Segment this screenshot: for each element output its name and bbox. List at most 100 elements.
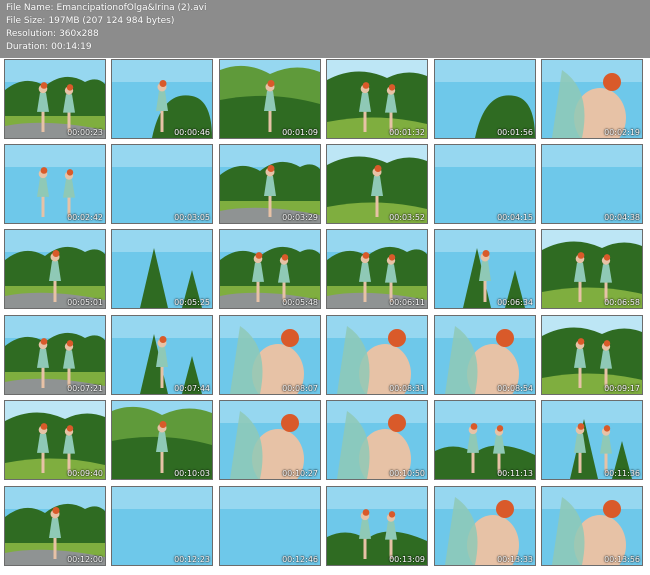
thumbnail-timestamp: 00:02:42 xyxy=(67,213,103,222)
thumbnail-frame-image xyxy=(435,60,535,138)
thumbnail-timestamp: 00:03:05 xyxy=(174,213,210,222)
video-thumbnail[interactable]: 00:06:11 xyxy=(326,229,428,309)
thumbnail-frame-image xyxy=(5,316,105,394)
video-thumbnail[interactable]: 00:01:56 xyxy=(434,59,536,139)
thumbnail-frame-image xyxy=(220,230,320,308)
file-size-line: File Size: 197MB (207 124 984 bytes) xyxy=(6,16,174,27)
thumbnail-frame-image xyxy=(327,145,427,223)
file-name-line: File Name: EmancipationofOlga&Irina (2).a… xyxy=(6,3,207,14)
thumbnail-timestamp: 00:03:52 xyxy=(389,213,425,222)
thumbnail-timestamp: 00:05:48 xyxy=(282,298,318,307)
thumbnail-grid: 00:00:23 00:00:46 00:01:09 00:01:32 00:01:56… xyxy=(4,59,647,570)
thumbnail-timestamp: 00:10:03 xyxy=(174,469,210,478)
thumbnail-timestamp: 00:01:32 xyxy=(389,128,425,137)
thumbnail-frame-image xyxy=(542,145,642,223)
resolution-label: Resolution: xyxy=(6,29,57,39)
file-size-label: File Size: xyxy=(6,16,46,26)
video-thumbnail[interactable]: 00:06:58 xyxy=(541,229,643,309)
thumbnail-timestamp: 00:00:23 xyxy=(67,128,103,137)
video-thumbnail[interactable]: 00:02:19 xyxy=(541,59,643,139)
video-thumbnail[interactable]: 00:09:40 xyxy=(4,400,106,480)
video-thumbnail[interactable]: 00:12:00 xyxy=(4,486,106,566)
thumbnail-frame-image xyxy=(542,316,642,394)
video-thumbnail[interactable]: 00:13:09 xyxy=(326,486,428,566)
video-thumbnail[interactable]: 00:11:36 xyxy=(541,400,643,480)
thumbnail-timestamp: 00:12:46 xyxy=(282,555,318,564)
video-thumbnail[interactable]: 00:04:38 xyxy=(541,144,643,224)
file-name-value: EmancipationofOlga&Irina (2).avi xyxy=(56,3,207,13)
file-size-value: 197MB (207 124 984 bytes) xyxy=(48,16,175,26)
video-thumbnail[interactable]: 00:06:34 xyxy=(434,229,536,309)
thumbnail-timestamp: 00:09:17 xyxy=(604,384,640,393)
thumbnail-timestamp: 00:08:31 xyxy=(389,384,425,393)
thumbnail-timestamp: 00:13:33 xyxy=(497,555,533,564)
thumbnail-timestamp: 00:04:38 xyxy=(604,213,640,222)
thumbnail-frame-image xyxy=(542,230,642,308)
thumbnail-timestamp: 00:07:21 xyxy=(67,384,103,393)
video-thumbnail[interactable]: 00:11:13 xyxy=(434,400,536,480)
thumbnail-frame-image xyxy=(220,487,320,565)
video-thumbnail[interactable]: 00:00:46 xyxy=(111,59,213,139)
thumbnail-timestamp: 00:07:44 xyxy=(174,384,210,393)
video-thumbnail[interactable]: 00:00:23 xyxy=(4,59,106,139)
duration-value: 00:14:19 xyxy=(51,42,92,52)
thumbnail-frame-image xyxy=(220,60,320,138)
thumbnail-frame-image xyxy=(542,60,642,138)
thumbnail-frame-image xyxy=(112,401,212,479)
duration-label: Duration: xyxy=(6,42,49,52)
video-thumbnail[interactable]: 00:08:54 xyxy=(434,315,536,395)
thumbnail-frame-image xyxy=(435,487,535,565)
video-thumbnail[interactable]: 00:09:17 xyxy=(541,315,643,395)
thumbnail-frame-image xyxy=(220,145,320,223)
video-thumbnail[interactable]: 00:07:44 xyxy=(111,315,213,395)
video-thumbnail[interactable]: 00:01:09 xyxy=(219,59,321,139)
video-thumbnail[interactable]: 00:07:21 xyxy=(4,315,106,395)
thumbnail-timestamp: 00:04:15 xyxy=(497,213,533,222)
thumbnail-frame-image xyxy=(112,316,212,394)
video-thumbnail[interactable]: 00:05:01 xyxy=(4,229,106,309)
thumbnail-frame-image xyxy=(5,145,105,223)
video-thumbnail[interactable]: 00:13:33 xyxy=(434,486,536,566)
thumbnail-frame-image xyxy=(112,487,212,565)
video-thumbnail[interactable]: 00:05:25 xyxy=(111,229,213,309)
video-thumbnail[interactable]: 00:12:23 xyxy=(111,486,213,566)
thumbnail-timestamp: 00:02:19 xyxy=(604,128,640,137)
thumbnail-timestamp: 00:03:29 xyxy=(282,213,318,222)
thumbnail-frame-image xyxy=(435,230,535,308)
video-thumbnail[interactable]: 00:13:56 xyxy=(541,486,643,566)
file-name-label: File Name: xyxy=(6,3,54,13)
thumbnail-timestamp: 00:05:01 xyxy=(67,298,103,307)
thumbnail-timestamp: 00:06:11 xyxy=(389,298,425,307)
thumbnail-timestamp: 00:10:27 xyxy=(282,469,318,478)
thumbnail-timestamp: 00:08:54 xyxy=(497,384,533,393)
thumbnail-timestamp: 00:06:58 xyxy=(604,298,640,307)
thumbnail-frame-image xyxy=(435,401,535,479)
thumbnail-frame-image xyxy=(327,401,427,479)
video-thumbnail[interactable]: 00:01:32 xyxy=(326,59,428,139)
thumbnail-frame-image xyxy=(327,487,427,565)
thumbnail-frame-image xyxy=(435,145,535,223)
thumbnail-timestamp: 00:05:25 xyxy=(174,298,210,307)
video-thumbnail[interactable]: 00:08:07 xyxy=(219,315,321,395)
video-thumbnail[interactable]: 00:12:46 xyxy=(219,486,321,566)
video-thumbnail[interactable]: 00:10:27 xyxy=(219,400,321,480)
video-thumbnail[interactable]: 00:05:48 xyxy=(219,229,321,309)
video-thumbnail[interactable]: 00:03:29 xyxy=(219,144,321,224)
thumbnail-frame-image xyxy=(112,145,212,223)
video-thumbnail[interactable]: 00:02:42 xyxy=(4,144,106,224)
video-thumbnail[interactable]: 00:08:31 xyxy=(326,315,428,395)
thumbnail-frame-image xyxy=(112,60,212,138)
video-thumbnail[interactable]: 00:10:50 xyxy=(326,400,428,480)
thumbnail-frame-image xyxy=(542,401,642,479)
resolution-line: Resolution: 360x288 xyxy=(6,29,99,40)
thumbnail-frame-image xyxy=(542,487,642,565)
thumbnail-frame-image xyxy=(327,60,427,138)
thumbnail-timestamp: 00:11:36 xyxy=(604,469,640,478)
video-thumbnail[interactable]: 00:04:15 xyxy=(434,144,536,224)
thumbnail-frame-image xyxy=(220,401,320,479)
video-thumbnail[interactable]: 00:03:05 xyxy=(111,144,213,224)
video-thumbnail[interactable]: 00:03:52 xyxy=(326,144,428,224)
video-thumbnail[interactable]: 00:10:03 xyxy=(111,400,213,480)
thumbnail-timestamp: 00:00:46 xyxy=(174,128,210,137)
thumbnail-frame-image xyxy=(5,401,105,479)
